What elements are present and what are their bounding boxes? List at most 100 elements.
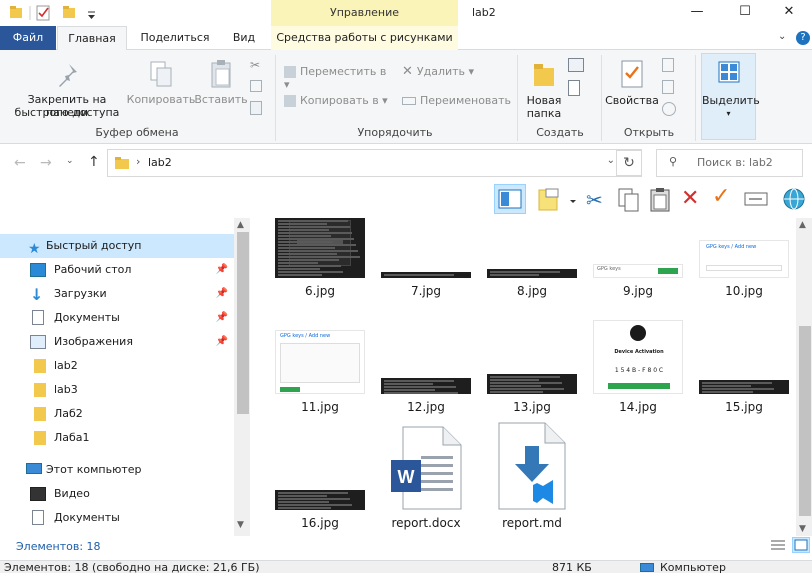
- nav-quick-access[interactable]: ★ Быстрый доступ: [0, 234, 234, 258]
- nav-item-lab3[interactable]: lab3: [18, 378, 232, 402]
- address-bar[interactable]: › lab2 ⌄: [107, 149, 642, 177]
- paste-shortcut-icon[interactable]: [250, 101, 262, 115]
- file-thumbnail[interactable]: [487, 269, 577, 278]
- nav-item-videos[interactable]: Видео: [18, 482, 232, 506]
- copy-toolbar-button[interactable]: [618, 188, 640, 212]
- terminal-text-line: [702, 382, 772, 384]
- easy-access-icon[interactable]: [568, 80, 580, 96]
- file-name[interactable]: 6.jpg: [267, 284, 373, 298]
- scroll-down-icon[interactable]: ▼: [237, 520, 244, 530]
- new-item-icon[interactable]: [568, 58, 584, 72]
- file-name[interactable]: 15.jpg: [691, 400, 796, 414]
- nav-item-lab2[interactable]: lab2: [18, 354, 232, 378]
- file-name[interactable]: 7.jpg: [373, 284, 479, 298]
- terminal-text-line: [702, 385, 751, 387]
- file-thumbnail[interactable]: GPG keys / Add new: [699, 240, 789, 278]
- copy-to-button[interactable]: Копировать в ▾: [284, 94, 394, 112]
- file-thumbnail[interactable]: [275, 218, 365, 278]
- preview-pane-button[interactable]: [494, 184, 526, 214]
- help-icon[interactable]: ?: [796, 31, 810, 45]
- nav-this-pc[interactable]: Этот компьютер: [0, 458, 234, 482]
- delete-button[interactable]: ✕ Удалить ▾: [402, 65, 492, 83]
- file-thumbnail[interactable]: [699, 380, 789, 394]
- file-thumbnail[interactable]: [275, 490, 365, 510]
- maximize-button[interactable]: ☐: [722, 0, 768, 26]
- open-icon[interactable]: [662, 58, 674, 72]
- scroll-up-icon[interactable]: ▲: [237, 220, 244, 230]
- tab-view[interactable]: Вид: [222, 26, 266, 50]
- file-name[interactable]: 9.jpg: [585, 284, 691, 298]
- tab-picture-tools[interactable]: Средства работы с рисунками: [271, 26, 458, 50]
- file-thumbnail[interactable]: Device Activation 1 5 4 B - F 8 0 C: [593, 320, 683, 394]
- nav-item-laba1[interactable]: Лаба1: [18, 426, 232, 450]
- cut-icon[interactable]: ✂: [250, 58, 260, 72]
- file-name[interactable]: 12.jpg: [373, 400, 479, 414]
- nav-item-downloads[interactable]: ↓ Загрузки 📌: [18, 282, 232, 306]
- file-thumbnail[interactable]: [381, 378, 471, 394]
- back-arrow-icon[interactable]: ←: [14, 155, 26, 171]
- file-name[interactable]: 13.jpg: [479, 400, 585, 414]
- close-button[interactable]: ✕: [766, 0, 812, 26]
- manage-context-tab[interactable]: Управление: [271, 0, 458, 26]
- breadcrumb-current[interactable]: lab2: [148, 156, 172, 169]
- delete-x-icon: ✕: [402, 64, 413, 79]
- files-scroll-thumb[interactable]: [799, 326, 811, 516]
- nav-item-pictures[interactable]: Изображения 📌: [18, 330, 232, 354]
- rename-button[interactable]: Переименовать: [402, 94, 518, 112]
- new-folder-button[interactable]: Новая папка: [522, 58, 566, 120]
- file-name[interactable]: 16.jpg: [267, 516, 373, 530]
- clipboard-small-actions: ✂: [250, 58, 266, 120]
- tab-file[interactable]: Файл: [0, 26, 56, 50]
- share-network-button[interactable]: [780, 186, 808, 212]
- scroll-up-icon[interactable]: ▲: [799, 220, 806, 230]
- file-thumbnail[interactable]: [487, 374, 577, 394]
- file-thumbnail[interactable]: GPG keys / Add new: [275, 330, 365, 394]
- edit-icon[interactable]: [662, 80, 674, 94]
- file-name[interactable]: report.docx: [373, 516, 479, 530]
- tab-home[interactable]: Главная: [57, 26, 127, 50]
- history-icon[interactable]: [662, 102, 676, 116]
- move-to-button[interactable]: Переместить в ▾: [284, 65, 394, 91]
- minimize-button[interactable]: —: [674, 0, 720, 26]
- copy-button[interactable]: Копировать: [126, 58, 196, 108]
- file-name[interactable]: report.md: [479, 516, 585, 530]
- delete-red-x-icon[interactable]: ✕: [681, 186, 699, 211]
- nav-item-documents[interactable]: Документы 📌: [18, 306, 232, 330]
- details-view-button[interactable]: [770, 538, 786, 552]
- nav-scroll-thumb[interactable]: [237, 232, 249, 414]
- github-logo-icon: [630, 325, 646, 341]
- pin-quick-access-button[interactable]: Закрепить на панели быстрого доступа: [6, 58, 128, 120]
- scroll-down-icon[interactable]: ▼: [799, 524, 806, 534]
- rename-toolbar-button[interactable]: [744, 190, 768, 208]
- details-pane-button[interactable]: [538, 188, 578, 212]
- copy-path-icon[interactable]: [250, 80, 262, 92]
- file-thumbnail[interactable]: [497, 422, 567, 510]
- select-button[interactable]: Выделить ▾: [701, 53, 760, 140]
- nav-item-lab2-ru[interactable]: Лаб2: [18, 402, 232, 426]
- nav-item-desktop[interactable]: Рабочий стол 📌: [18, 258, 232, 282]
- file-name[interactable]: 14.jpg: [585, 400, 691, 414]
- file-name[interactable]: 8.jpg: [479, 284, 585, 298]
- refresh-icon[interactable]: ↻: [616, 150, 642, 176]
- details-view-icon: [771, 540, 785, 550]
- file-thumbnail[interactable]: W: [391, 426, 463, 510]
- large-icons-view-button[interactable]: [792, 537, 810, 553]
- search-input[interactable]: ⚲ Поиск в: lab2: [656, 149, 803, 177]
- paste-toolbar-button[interactable]: [649, 187, 671, 213]
- recent-locations-icon[interactable]: ⌄: [66, 156, 74, 166]
- properties-check-icon[interactable]: ✓: [712, 184, 730, 209]
- address-dropdown-icon[interactable]: ⌄: [607, 155, 615, 166]
- ribbon-collapse-icon[interactable]: ⌄: [778, 31, 790, 45]
- properties-button[interactable]: Свойства: [604, 58, 660, 108]
- nav-item-pc-documents[interactable]: Документы: [18, 506, 232, 530]
- cut-scissors-icon[interactable]: ✂: [586, 188, 603, 212]
- qat-icons[interactable]: [6, 4, 98, 22]
- paste-button[interactable]: Вставить: [194, 58, 248, 108]
- tab-share[interactable]: Поделиться: [132, 26, 218, 50]
- file-thumbnail[interactable]: [381, 272, 471, 278]
- forward-arrow-icon[interactable]: →: [40, 155, 52, 171]
- file-thumbnail[interactable]: GPG keys: [593, 264, 683, 278]
- file-name[interactable]: 11.jpg: [267, 400, 373, 414]
- file-name[interactable]: 10.jpg: [691, 284, 796, 298]
- up-arrow-icon[interactable]: ↑: [88, 154, 100, 170]
